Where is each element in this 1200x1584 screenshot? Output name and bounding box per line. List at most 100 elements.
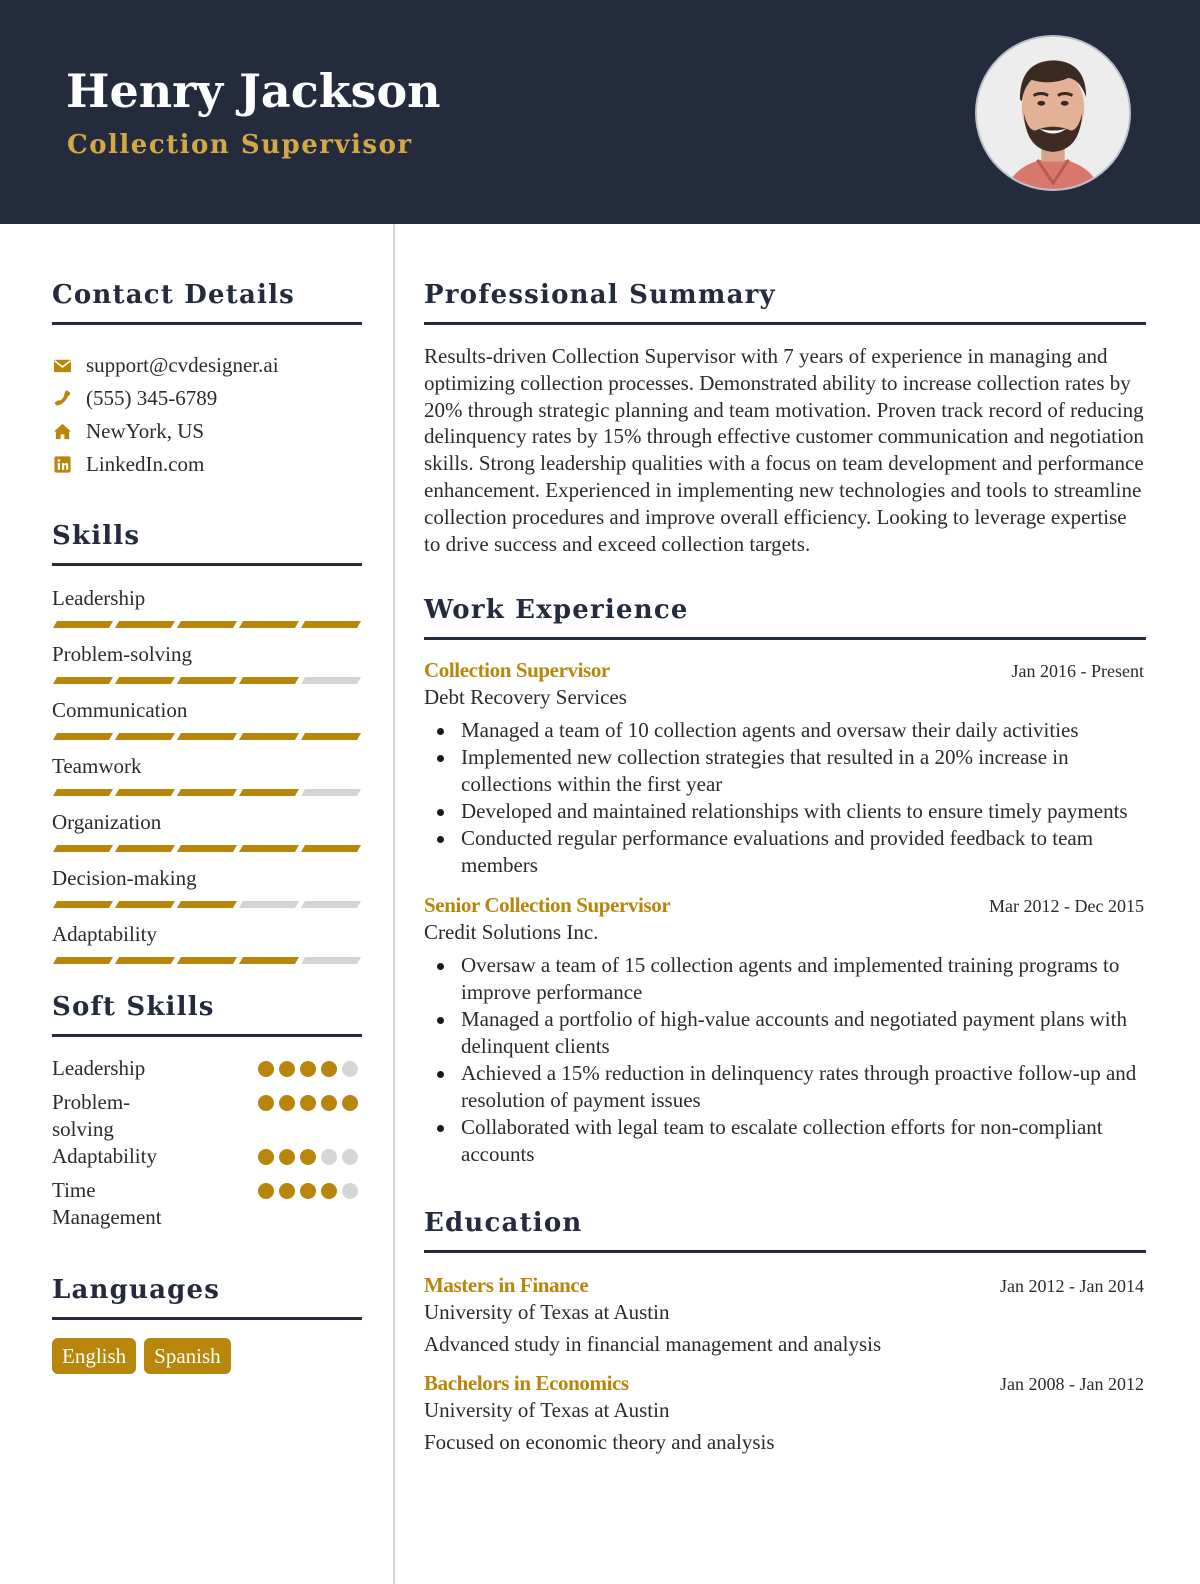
education-entry: Masters in Finance Jan 2012 - Jan 2014 U… (424, 1273, 1146, 1357)
job-bullets: Oversaw a team of 15 collection agents a… (424, 952, 1146, 1168)
rating-segment-filled (238, 621, 300, 628)
school-name: University of Texas at Austin (424, 1398, 670, 1423)
skills-section: Skills Leadership Problem-solving Communic… (52, 521, 362, 964)
skill-rating-bar (52, 789, 362, 796)
rating-segment-filled (52, 901, 114, 908)
degree-title: Masters in Finance (424, 1273, 589, 1298)
rating-segment-filled (176, 845, 238, 852)
contact-email[interactable]: support@cvdesigner.ai (52, 349, 362, 382)
section-divider (424, 637, 1146, 641)
soft-skill-label: Adaptability (52, 1144, 157, 1168)
skill-item: Leadership (52, 584, 362, 628)
rating-segment-filled (176, 733, 238, 740)
rating-dot-empty (321, 1149, 337, 1165)
rating-dot-filled (300, 1061, 316, 1077)
rating-segment-filled (238, 733, 300, 740)
rating-dot-filled (342, 1095, 358, 1111)
section-divider (52, 1034, 362, 1037)
rating-dot-empty (342, 1183, 358, 1199)
education-heading: Education (424, 1208, 583, 1239)
soft-skill-rating-dots (258, 1177, 358, 1199)
skill-rating-bar (52, 957, 362, 964)
soft-skill-rating-dots (258, 1055, 358, 1077)
skill-rating-bar (52, 901, 362, 908)
rating-segment-filled (114, 621, 176, 628)
languages-heading: Languages (52, 1275, 221, 1305)
company-name: Debt Recovery Services (424, 685, 627, 710)
job-dates: Jan 2016 - Present (1011, 661, 1144, 682)
experience-heading: Work Experience (424, 595, 689, 626)
soft-skill-label: Leadership (52, 1056, 146, 1080)
rating-segment-filled (238, 789, 300, 796)
bullet-item: Conducted regular performance evaluation… (424, 825, 1146, 879)
job-title: Collection Supervisor (424, 658, 610, 683)
skill-rating-bar (52, 733, 362, 740)
rating-segment-filled (176, 621, 238, 628)
rating-segment-empty (238, 901, 300, 908)
soft-skills-list: Leadership Problem-solving Adaptability Tim… (52, 1055, 362, 1231)
soft-skill-item: Time Management (52, 1177, 362, 1231)
rating-segment-filled (238, 957, 300, 964)
bullet-item: Achieved a 15% reduction in delinquency … (424, 1060, 1146, 1114)
soft-skills-section: Soft Skills Leadership Problem-solving Ada… (52, 992, 362, 1231)
candidate-title: Collection Supervisor (67, 130, 413, 160)
home-icon (52, 422, 72, 442)
skills-heading: Skills (52, 521, 141, 551)
rating-segment-filled (114, 901, 176, 908)
section-divider (424, 322, 1146, 325)
language-badge: English (52, 1338, 137, 1374)
left-column: Contact Details support@cvdesigner.ai (5… (52, 224, 362, 1374)
skill-item: Problem-solving (52, 640, 362, 684)
rating-segment-filled (300, 845, 362, 852)
skill-label: Decision-making (52, 866, 197, 890)
contact-list: support@cvdesigner.ai (555) 345-6789 New… (52, 349, 362, 481)
school-name: University of Texas at Austin (424, 1300, 670, 1325)
job-bullets: Managed a team of 10 collection agents a… (424, 717, 1146, 879)
rating-dot-filled (300, 1183, 316, 1199)
rating-dot-filled (258, 1095, 274, 1111)
education-entry: Bachelors in Economics Jan 2008 - Jan 20… (424, 1371, 1146, 1455)
rating-dot-filled (258, 1183, 274, 1199)
skill-label: Problem-solving (52, 642, 192, 666)
rating-segment-filled (176, 677, 238, 684)
candidate-name: Henry Jackson (66, 64, 441, 118)
profile-photo (975, 35, 1131, 191)
skills-list: Leadership Problem-solving Communication Te… (52, 584, 362, 964)
languages-list: English Spanish (52, 1338, 362, 1374)
contact-phone-text: (555) 345-6789 (86, 386, 218, 410)
section-divider (424, 1250, 1146, 1254)
education-section: Education Masters in Finance Jan 2012 - … (424, 1208, 1146, 1455)
contact-location: NewYork, US (52, 415, 362, 448)
rating-dot-empty (342, 1061, 358, 1077)
rating-segment-filled (114, 677, 176, 684)
rating-dot-filled (321, 1095, 337, 1111)
skill-label: Communication (52, 698, 188, 722)
rating-segment-filled (52, 733, 114, 740)
rating-dot-filled (321, 1183, 337, 1199)
skill-item: Adaptability (52, 920, 362, 964)
languages-section: Languages English Spanish (52, 1275, 362, 1374)
education-dates: Jan 2012 - Jan 2014 (1000, 1276, 1144, 1297)
bullet-item: Managed a portfolio of high-value accoun… (424, 1006, 1146, 1060)
skill-item: Decision-making (52, 864, 362, 908)
contact-location-text: NewYork, US (86, 419, 205, 443)
education-description: Focused on economic theory and analysis (424, 1430, 775, 1455)
rating-segment-filled (176, 901, 238, 908)
rating-dot-filled (321, 1061, 337, 1077)
skill-label: Leadership (52, 586, 146, 610)
section-divider (52, 1317, 362, 1320)
contact-phone[interactable]: (555) 345-6789 (52, 382, 362, 415)
right-column: Professional Summary Results-driven Coll… (424, 224, 1146, 1455)
rating-segment-filled (52, 621, 114, 628)
soft-skill-item: Adaptability (52, 1143, 362, 1177)
contact-section: Contact Details support@cvdesigner.ai (5… (52, 280, 362, 481)
experience-entry: Collection Supervisor Jan 2016 - Present… (424, 658, 1146, 879)
experience-section: Work Experience Collection Supervisor Ja… (424, 595, 1146, 1168)
summary-text: Results-driven Collection Supervisor wit… (424, 344, 1144, 556)
experience-entry: Senior Collection Supervisor Mar 2012 - … (424, 893, 1146, 1168)
skill-item: Organization (52, 808, 362, 852)
contact-linkedin[interactable]: LinkedIn.com (52, 448, 362, 481)
resume-header: Henry Jackson Collection Supervisor (0, 0, 1200, 224)
rating-segment-empty (300, 901, 362, 908)
skill-item: Teamwork (52, 752, 362, 796)
